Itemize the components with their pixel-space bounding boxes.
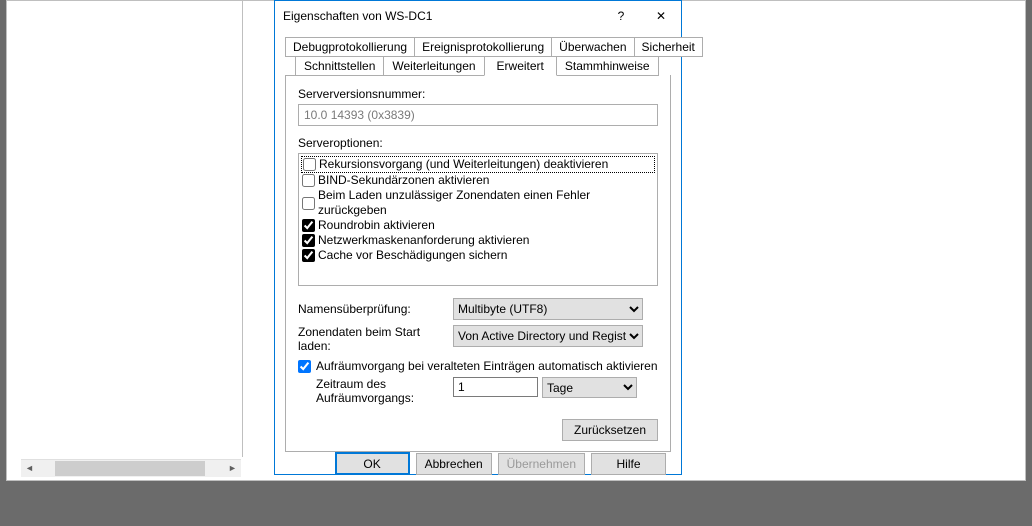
cancel-button[interactable]: Abbrechen (416, 453, 492, 475)
scavenging-period-label: Zeitraum des Aufräumvorgangs: (316, 377, 453, 405)
help-icon: ? (618, 9, 625, 23)
dialog-button-row: OK Abbrechen Übernehmen Hilfe (275, 452, 681, 485)
parent-panel (20, 1, 243, 457)
zone-load-label: Zonendaten beim Start laden: (298, 325, 453, 353)
reset-button[interactable]: Zurücksetzen (562, 419, 658, 441)
help-button-bottom[interactable]: Hilfe (591, 453, 666, 475)
scrollbar-thumb[interactable] (55, 461, 205, 476)
option-disable-recursion[interactable]: Rekursionsvorgang (und Weiterleitungen) … (302, 157, 654, 172)
tab-security[interactable]: Sicherheit (634, 37, 703, 57)
scavenging-checkbox[interactable] (298, 360, 311, 373)
scavenging-checkbox-row[interactable]: Aufräumvorgang bei veralteten Einträgen … (298, 359, 658, 373)
server-options-list[interactable]: Rekursionsvorgang (und Weiterleitungen) … (298, 153, 658, 286)
scavenging-period-input[interactable] (453, 377, 538, 397)
version-field: 10.0 14393 (0x3839) (298, 104, 658, 126)
option-bind-secondaries-checkbox[interactable] (302, 174, 315, 187)
scavenging-label: Aufräumvorgang bei veralteten Einträgen … (316, 359, 658, 373)
option-netmask-ordering[interactable]: Netzwerkmaskenanforderung aktivieren (301, 233, 655, 248)
tab-event-logging[interactable]: Ereignisprotokollierung (414, 37, 552, 57)
option-round-robin-checkbox[interactable] (302, 219, 315, 232)
option-label: Beim Laden unzulässiger Zonendaten einen… (318, 188, 654, 218)
zone-load-select[interactable]: Von Active Directory und Registrierung (453, 325, 643, 347)
option-fail-on-bad-zone-checkbox[interactable] (302, 197, 315, 210)
close-button[interactable]: ✕ (641, 1, 681, 31)
option-label: BIND-Sekundärzonen aktivieren (318, 173, 489, 188)
scavenging-period-unit[interactable]: Tage (542, 377, 637, 398)
option-netmask-ordering-checkbox[interactable] (302, 234, 315, 247)
help-button[interactable]: ? (601, 1, 641, 31)
option-label: Roundrobin aktivieren (318, 218, 435, 233)
dialog-title: Eigenschaften von WS-DC1 (283, 9, 601, 23)
apply-button[interactable]: Übernehmen (498, 453, 585, 475)
tab-control: Debugprotokollierung Ereignisprotokollie… (285, 37, 671, 452)
ok-button[interactable]: OK (335, 452, 410, 475)
tab-debug-logging[interactable]: Debugprotokollierung (285, 37, 415, 57)
tab-advanced[interactable]: Erweitert (484, 56, 557, 76)
option-disable-recursion-checkbox[interactable] (303, 158, 316, 171)
name-checking-select[interactable]: Multibyte (UTF8) (453, 298, 643, 320)
properties-dialog: Eigenschaften von WS-DC1 ? ✕ Debugprotok… (274, 0, 682, 475)
desktop-background: ◄ ► Eigenschaften von WS-DC1 ? ✕ Debugpr… (0, 0, 1032, 526)
option-label: Rekursionsvorgang (und Weiterleitungen) … (319, 157, 608, 172)
option-label: Netzwerkmaskenanforderung aktivieren (318, 233, 529, 248)
option-round-robin[interactable]: Roundrobin aktivieren (301, 218, 655, 233)
tab-root-hints[interactable]: Stammhinweise (556, 56, 659, 76)
close-icon: ✕ (656, 9, 666, 23)
option-label: Cache vor Beschädigungen sichern (318, 248, 507, 263)
name-checking-label: Namensüberprüfung: (298, 302, 453, 316)
option-fail-on-bad-zone[interactable]: Beim Laden unzulässiger Zonendaten einen… (301, 188, 655, 218)
version-label: Serverversionsnummer: (298, 87, 658, 101)
tab-advanced-panel: Serverversionsnummer: 10.0 14393 (0x3839… (285, 75, 671, 452)
option-bind-secondaries[interactable]: BIND-Sekundärzonen aktivieren (301, 173, 655, 188)
server-options-label: Serveroptionen: (298, 136, 658, 150)
option-secure-cache[interactable]: Cache vor Beschädigungen sichern (301, 248, 655, 263)
tab-monitoring[interactable]: Überwachen (551, 37, 634, 57)
horizontal-scrollbar[interactable]: ◄ ► (21, 459, 241, 477)
dialog-titlebar[interactable]: Eigenschaften von WS-DC1 ? ✕ (275, 1, 681, 31)
tab-interfaces[interactable]: Schnittstellen (295, 56, 384, 76)
scroll-left-icon[interactable]: ◄ (21, 460, 38, 477)
scroll-right-icon[interactable]: ► (224, 460, 241, 477)
option-secure-cache-checkbox[interactable] (302, 249, 315, 262)
tab-forwarders[interactable]: Weiterleitungen (383, 56, 484, 76)
